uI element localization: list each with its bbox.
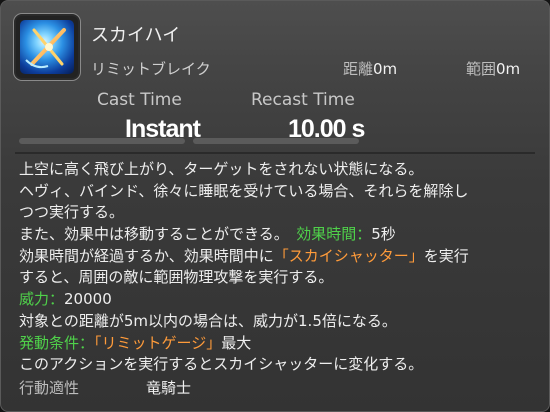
description-line: つつ実行する。 [19, 203, 125, 222]
action-type: リミットブレイク [91, 60, 211, 78]
recast-time-label: Recast Time [251, 90, 355, 110]
description-line: また、効果中は移動することができる。 効果時間：5秒 [19, 224, 539, 246]
icon-art [20, 20, 74, 74]
description-text: また、効果中は移動することができる。 [19, 225, 297, 244]
radius-label: 範囲 [466, 60, 497, 78]
potency-label: 威力： [19, 290, 65, 309]
skyhigh-action-icon [13, 13, 81, 81]
job-value: 竜騎士 [146, 379, 192, 397]
description-text: を実行 [423, 246, 469, 265]
action-description: 上空に高く飛び上がり、ターゲットをされない状態になる。 ヘヴィ、バインド、徐々に… [19, 159, 539, 376]
range-stat: 距離0m [343, 58, 397, 79]
condition-suffix: 最大 [221, 333, 252, 352]
condition-label: 発動条件： [19, 333, 95, 352]
skyshatter-highlight: 「スカイシャッター」 [273, 246, 424, 265]
action-tooltip: スカイハイ リミットブレイク 距離0m 範囲0m Cast Time Recas… [0, 0, 550, 412]
action-name: スカイハイ [91, 25, 181, 46]
cast-time-bar [19, 138, 185, 144]
duration-label: 効果時間： [296, 225, 372, 244]
description-line: すると、周囲の敵に範囲物理攻撃を実行する。 [19, 268, 334, 287]
description-line: このアクションを実行するとスカイシャッターに変化する。 [19, 355, 424, 374]
divider [15, 152, 535, 154]
range-value: 0m [373, 60, 398, 78]
potency-value: 20000 [64, 290, 112, 309]
job-label: 行動適性 [19, 379, 80, 397]
crossed-lances-icon [25, 28, 66, 69]
range-label: 距離 [343, 60, 374, 78]
description-line: 対象との距離が5m以内の場合は、威力が1.5倍になる。 [19, 311, 397, 330]
duration-value: 5秒 [371, 225, 396, 244]
description-line: 発動条件：「リミットゲージ」最大 [19, 333, 539, 355]
condition-value: 「リミットゲージ」 [94, 333, 222, 352]
recast-time-bar [193, 138, 359, 144]
description-line: ヘヴィ、バインド、徐々に睡眠を受けている場合、それらを解除し [19, 181, 469, 200]
radius-value: 0m [496, 60, 521, 78]
description-line: 威力：20000 [19, 289, 539, 311]
description-line: 上空に高く飛び上がり、ターゲットをされない状態になる。 [19, 160, 424, 178]
description-line: 効果時間が経過するか、効果時間中に「スカイシャッター」を実行 [19, 246, 539, 268]
radius-stat: 範囲0m [466, 58, 520, 79]
cast-time-label: Cast Time [97, 90, 182, 110]
description-text: 効果時間が経過するか、効果時間中に [19, 246, 274, 265]
